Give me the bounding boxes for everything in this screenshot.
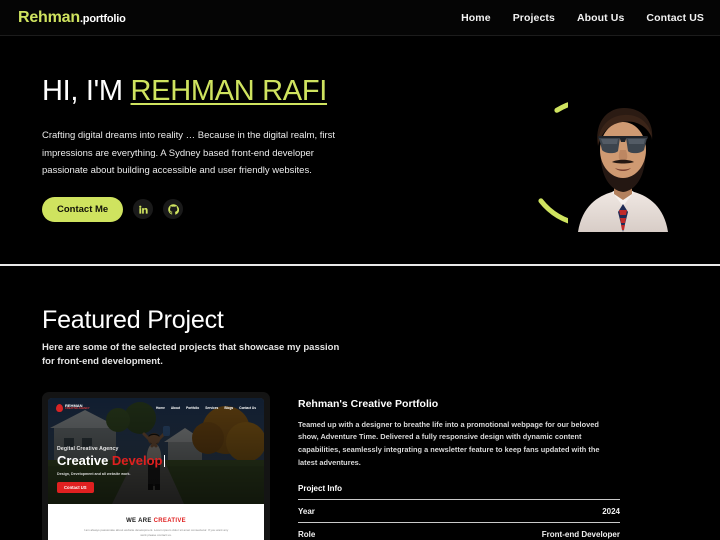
main-navigation: Home Projects About Us Contact US — [461, 12, 704, 24]
contact-me-button[interactable]: Contact Me — [42, 196, 124, 222]
mockup-headline-red: Develop — [111, 453, 163, 469]
nav-item-projects[interactable]: Projects — [513, 12, 555, 24]
project-preview-inner: REHMAN CREATIVE AGENCY Home About Portfo… — [48, 397, 264, 540]
mockup-logo-sub: CREATIVE AGENCY — [65, 407, 90, 411]
project-info-value-year: 2024 — [602, 507, 620, 517]
project-description: Teamed up with a designer to breathe lif… — [298, 419, 600, 468]
portfolio-page: Rehman.portfolio Home Projects About Us … — [0, 0, 720, 540]
featured-title: Featured Project — [42, 306, 224, 334]
project-preview-card[interactable]: REHMAN CREATIVE AGENCY Home About Portfo… — [42, 391, 270, 540]
mockup-contact-button: Contact US — [57, 481, 94, 493]
hero-section: HI, I'M REHMAN RAFI Crafting digital dre… — [0, 36, 720, 264]
mockup-kicker: Degital Creative Agency — [57, 446, 119, 453]
nav-item-about-us[interactable]: About Us — [577, 12, 624, 24]
mockup-nav-item: Home — [156, 405, 165, 410]
table-row: Role Front-end Developer — [298, 522, 620, 540]
featured-subtitle: Here are some of the selected projects t… — [42, 342, 340, 368]
site-header: Rehman.portfolio Home Projects About Us … — [0, 0, 720, 36]
hero-actions: Contact Me — [42, 196, 372, 222]
mockup-logo-text: REHMAN CREATIVE AGENCY — [65, 403, 90, 412]
mockup-hero-copy: Degital Creative Agency Creative Develop… — [57, 446, 165, 493]
site-logo[interactable]: Rehman.portfolio — [18, 9, 126, 27]
project-info-table: Project Info Year 2024 Role Front-end De… — [298, 484, 620, 540]
table-row: Year 2024 — [298, 499, 620, 522]
mockup-nav-item: Services — [205, 405, 219, 410]
mockup-subline: Design, Development and all website work… — [57, 471, 131, 476]
logo-suffix: .portfolio — [79, 12, 126, 25]
mockup-headline-white: Creative — [57, 453, 112, 469]
mockup-logo: REHMAN CREATIVE AGENCY — [56, 403, 90, 412]
hero-description: Crafting digital dreams into reality … B… — [42, 130, 336, 177]
logo-brand: Rehman — [18, 8, 80, 26]
mockup-section-title-white: WE ARE — [126, 517, 154, 524]
hero-title: HI, I'M REHMAN RAFI — [42, 74, 372, 108]
mockup-nav-item: Portfolio — [186, 405, 200, 410]
mockup-hero: REHMAN CREATIVE AGENCY Home About Portfo… — [48, 397, 264, 504]
mockup-white-section: WE ARE CREATIVE I am always passionate a… — [48, 503, 264, 540]
featured-section: Featured Project Here are some of the se… — [0, 266, 720, 540]
mockup-section-title: WE ARE CREATIVE — [126, 518, 186, 524]
mockup-section-title-red: CREATIVE — [153, 517, 186, 524]
github-icon[interactable] — [163, 199, 184, 220]
linkedin-icon[interactable] — [133, 199, 154, 220]
project-info-value-role: Front-end Developer — [541, 530, 620, 540]
project-row: REHMAN CREATIVE AGENCY Home About Portfo… — [42, 391, 690, 540]
mockup-nav-item: Contact Us — [239, 405, 256, 410]
project-info-label-year: Year — [298, 507, 315, 517]
avatar — [568, 94, 678, 232]
hero-name: REHMAN RAFI — [130, 75, 328, 107]
mockup-nav-item: Blogs — [224, 405, 234, 410]
mockup-navigation: REHMAN CREATIVE AGENCY Home About Portfo… — [48, 403, 264, 412]
project-info-label-role: Role — [298, 530, 316, 540]
nav-item-home[interactable]: Home — [461, 12, 491, 24]
project-details: Rehman's Creative Portfolio Teamed up wi… — [298, 392, 690, 540]
mockup-type-caret — [163, 455, 165, 468]
mockup-nav-links: Home About Portfolio Services Blogs Cont… — [156, 406, 256, 410]
project-title: Rehman's Creative Portfolio — [298, 397, 439, 410]
hero-portrait-block — [532, 94, 692, 234]
nav-item-contact-us[interactable]: Contact US — [646, 12, 704, 24]
hero-greeting: HI, I'M — [42, 75, 131, 107]
mockup-section-body: I am always passionate about website dev… — [83, 527, 229, 537]
mockup-logo-icon — [56, 403, 63, 412]
mockup-headline: Creative Develop — [57, 454, 165, 468]
mockup-nav-item: About — [170, 405, 181, 410]
project-info-heading: Project Info — [298, 484, 343, 494]
hero-text-block: HI, I'M REHMAN RAFI Crafting digital dre… — [42, 74, 372, 264]
